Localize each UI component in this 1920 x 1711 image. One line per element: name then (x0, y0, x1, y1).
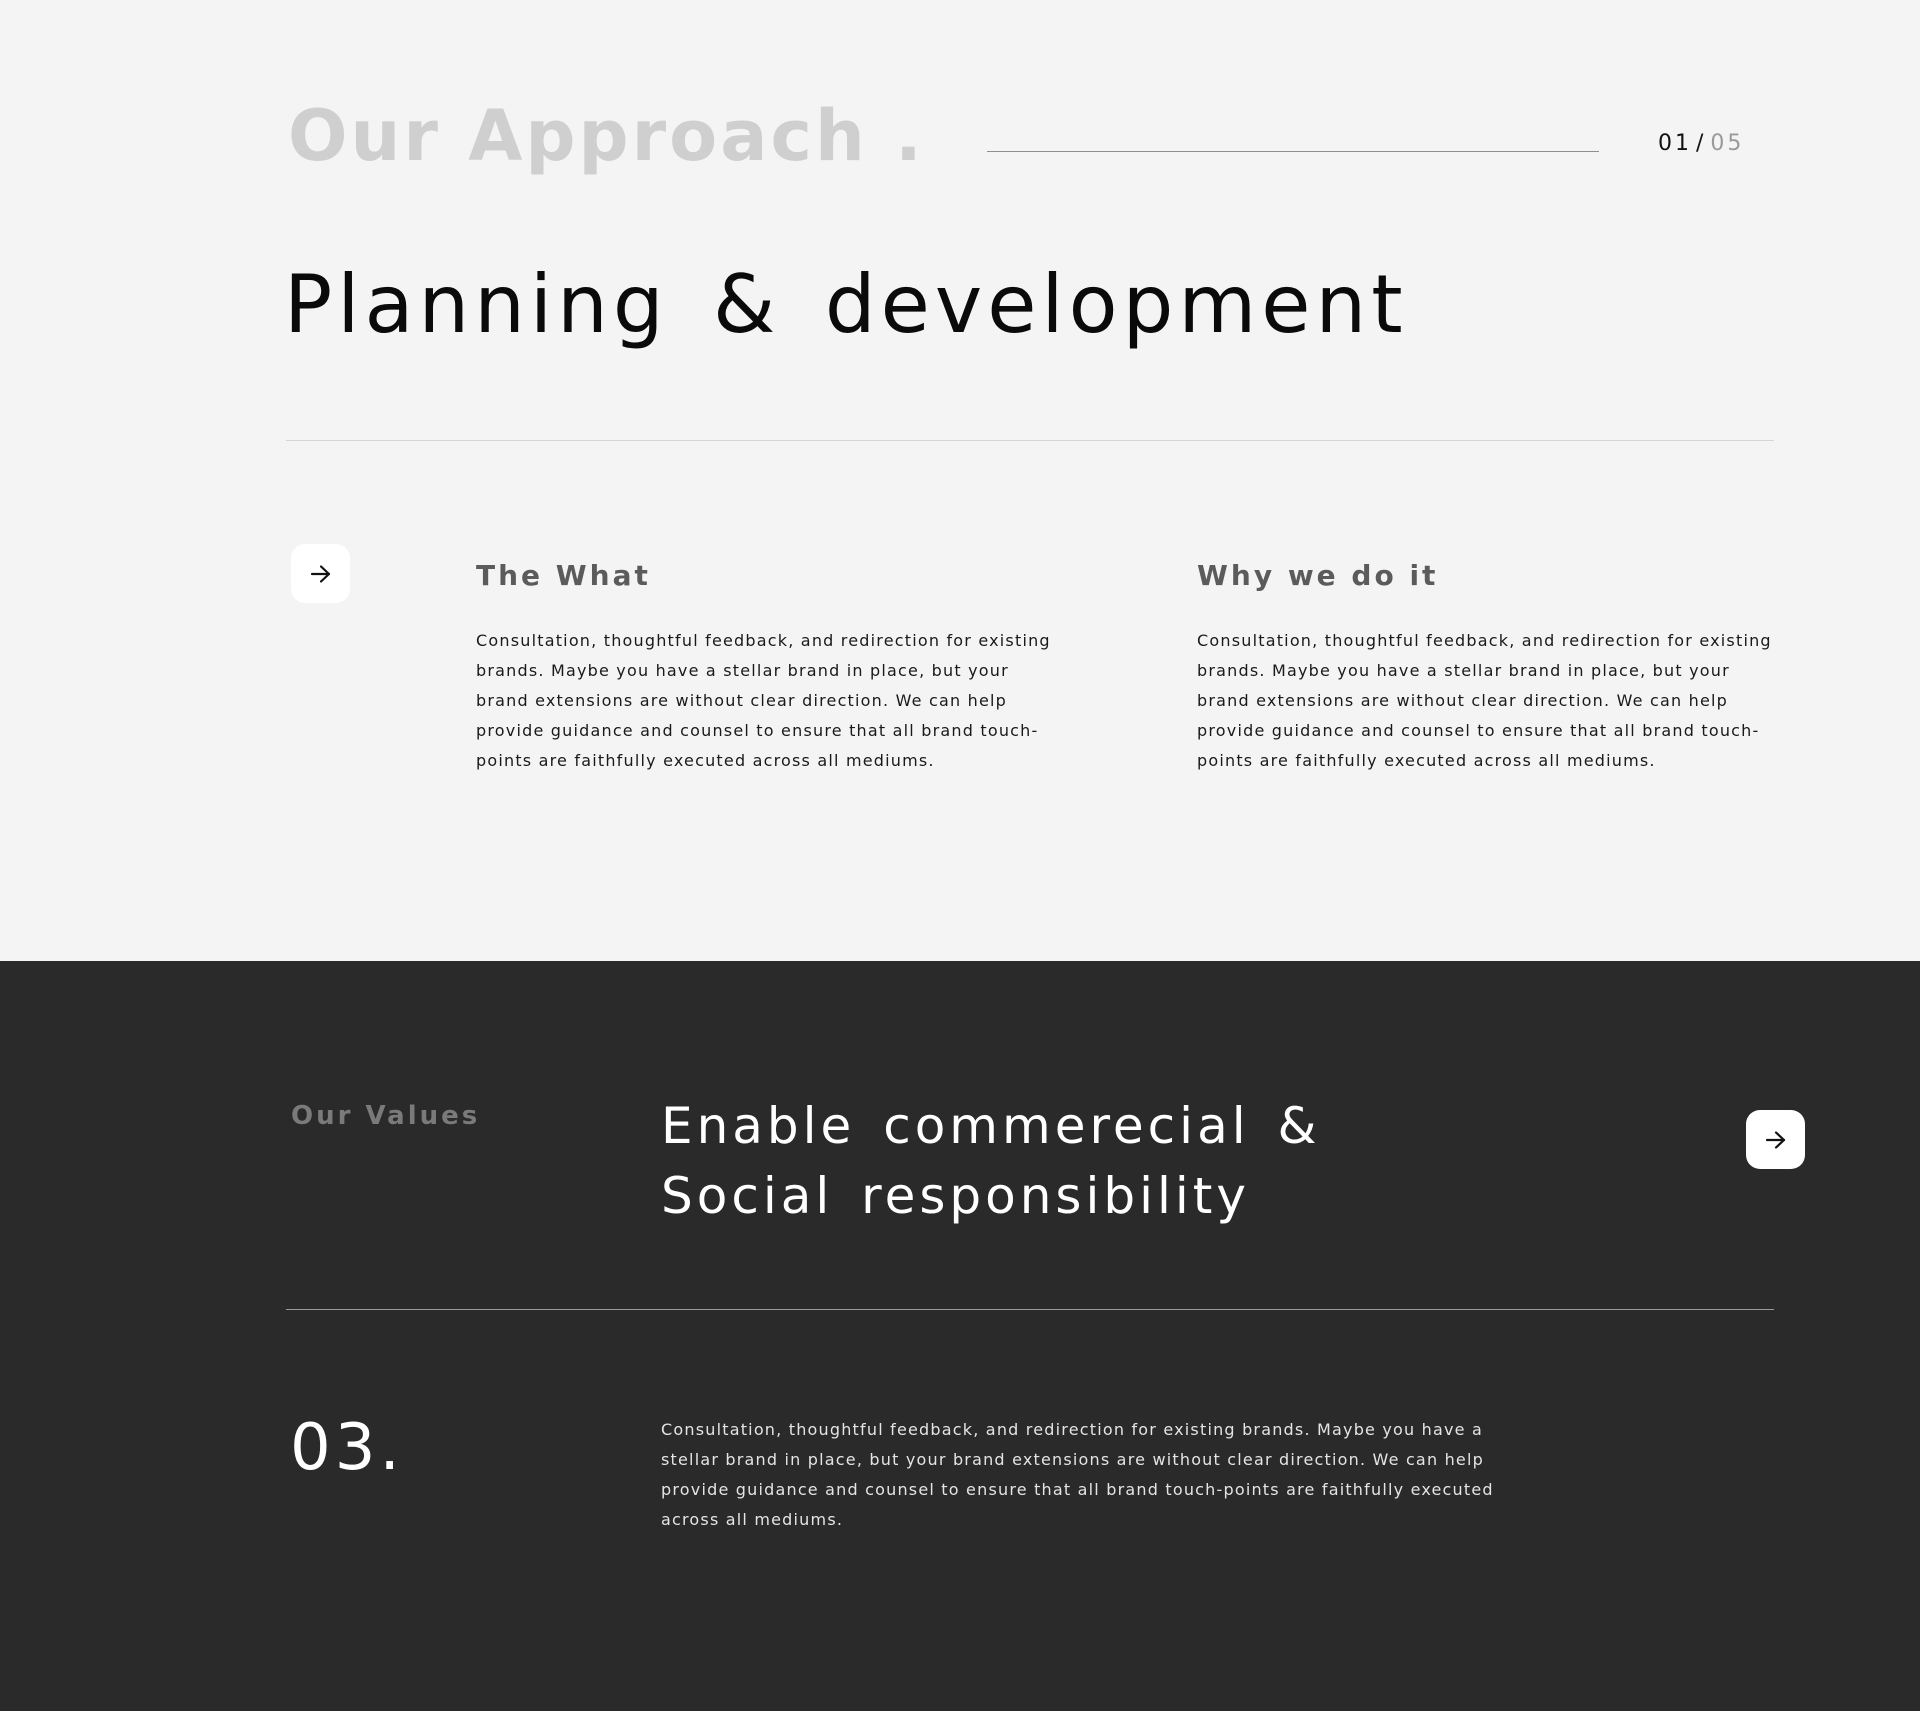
arrow-right-icon (310, 564, 330, 583)
counter-current: 01 (1658, 131, 1692, 156)
column-title-what: The What (476, 559, 651, 592)
counter-total: 05 (1710, 131, 1745, 156)
next-arrow-button[interactable] (291, 544, 350, 603)
counter-separator: / (1696, 131, 1707, 156)
values-number: 03. (290, 1411, 404, 1485)
column-body-why: Consultation, thoughtful feedback, and r… (1197, 631, 1772, 770)
values-heading-line1: Enable commerecial & (661, 1097, 1321, 1155)
column-body-what: Consultation, thoughtful feedback, and r… (476, 631, 1051, 770)
section-title: Our Approach . (288, 95, 925, 177)
values-label: Our Values (291, 1101, 481, 1131)
approach-section: Our Approach . 01/05 Planning & developm… (0, 0, 1920, 961)
arrow-right-icon (1765, 1130, 1785, 1149)
section-divider (286, 440, 1774, 441)
values-section: Our Values Enable commerecial & Social r… (0, 961, 1920, 1711)
values-divider (286, 1309, 1774, 1310)
values-heading: Enable commerecial & Social responsibili… (661, 1091, 1661, 1231)
page-heading: Planning & development (284, 258, 1408, 351)
column-title-why: Why we do it (1197, 559, 1439, 592)
slide-counter: 01/05 (1658, 131, 1744, 156)
values-arrow-button[interactable] (1746, 1110, 1805, 1169)
header-divider (987, 151, 1599, 152)
values-body: Consultation, thoughtful feedback, and r… (661, 1420, 1494, 1529)
values-heading-line2: Social responsibility (661, 1167, 1250, 1225)
